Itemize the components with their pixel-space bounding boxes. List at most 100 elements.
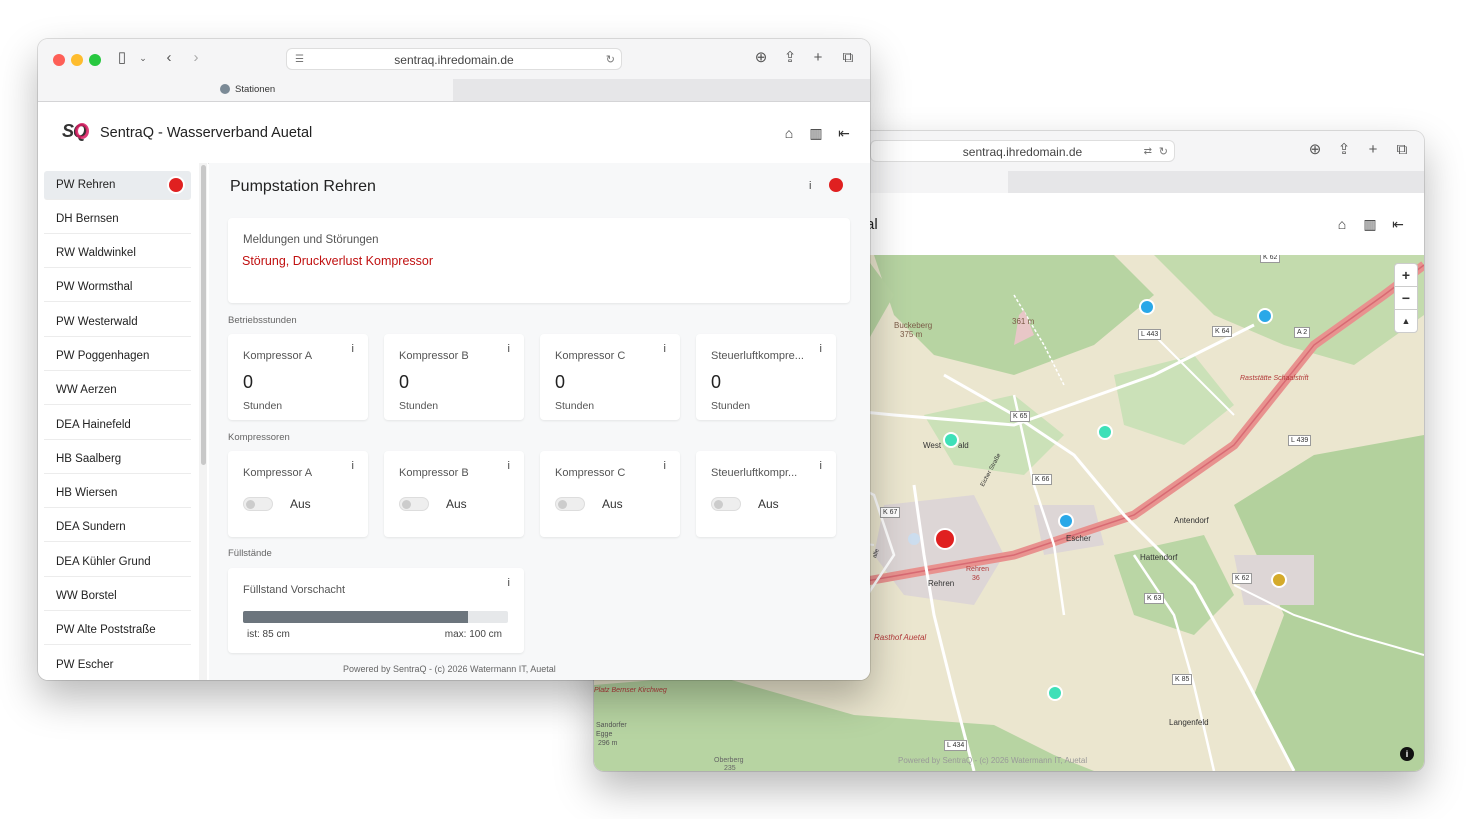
card-info-button[interactable]: i bbox=[508, 343, 510, 355]
reload-icon[interactable]: ↻ bbox=[606, 49, 615, 71]
compressor-toggle[interactable] bbox=[243, 497, 273, 511]
page-settings-icon[interactable]: ☰ bbox=[295, 49, 304, 71]
logout-icon[interactable]: ⇤ bbox=[835, 124, 853, 142]
sidebar-item-rw-waldwinkel[interactable]: RW Waldwinkel bbox=[44, 239, 191, 268]
card-info-button[interactable]: i bbox=[664, 460, 666, 472]
map-place-label: Rehren bbox=[966, 566, 989, 573]
compressor-toggle[interactable] bbox=[399, 497, 429, 511]
new-tab-icon[interactable]: + bbox=[809, 49, 827, 67]
map-icon[interactable]: ▥ bbox=[1361, 215, 1379, 233]
station-marker[interactable] bbox=[1097, 424, 1113, 440]
minimize-window-button[interactable] bbox=[71, 54, 83, 66]
section-label-hours: Betriebsstunden bbox=[228, 315, 297, 326]
station-marker[interactable] bbox=[1047, 685, 1063, 701]
sidebar-item-ww-aerzen[interactable]: WW Aerzen bbox=[44, 376, 191, 405]
zoom-out-button[interactable]: − bbox=[1394, 286, 1418, 310]
sidebar-item-pw-escher[interactable]: PW Escher bbox=[44, 651, 191, 680]
sidebar-item-hb-saalberg[interactable]: HB Saalberg bbox=[44, 445, 191, 474]
compass-button[interactable]: ▲ bbox=[1394, 309, 1418, 333]
share-icon[interactable]: ⇪ bbox=[1335, 141, 1353, 159]
map-place-label: Buckeberg bbox=[894, 321, 933, 330]
sidebar-item-pw-rehren[interactable]: PW Rehren bbox=[44, 171, 191, 200]
chevron-down-icon[interactable]: ⌄ bbox=[134, 49, 152, 67]
card-info-button[interactable]: i bbox=[820, 343, 822, 355]
sidebar-item-dea-hainefeld[interactable]: DEA Hainefeld bbox=[44, 411, 191, 440]
sidebar-item-label: PW Escher bbox=[56, 659, 114, 671]
sidebar-item-pw-wormsthal[interactable]: PW Wormsthal bbox=[44, 273, 191, 302]
station-marker[interactable] bbox=[1058, 513, 1074, 529]
card-unit: Stunden bbox=[555, 400, 595, 412]
station-title: Pumpstation Rehren bbox=[230, 178, 376, 195]
card-info-button[interactable]: i bbox=[508, 460, 510, 472]
station-info-button[interactable]: i bbox=[809, 180, 811, 192]
logout-icon[interactable]: ⇤ bbox=[1389, 215, 1407, 233]
card-info-button[interactable]: i bbox=[508, 577, 510, 589]
sidebar-item-pw-alte-poststrasse[interactable]: PW Alte Poststraße bbox=[44, 616, 191, 645]
attribution-info-button[interactable]: i bbox=[1400, 747, 1414, 761]
station-marker-alarm[interactable] bbox=[934, 528, 956, 550]
card-title: Kompressor B bbox=[399, 467, 469, 479]
map-place-label: Platz Bernser Kirchweg bbox=[594, 687, 667, 694]
sidebar-item-label: PW Alte Poststraße bbox=[56, 624, 156, 636]
section-label-levels: Füllstände bbox=[228, 548, 272, 559]
sidebar-item-label: HB Saalberg bbox=[56, 453, 122, 465]
sidebar-item-ww-borstel[interactable]: WW Borstel bbox=[44, 582, 191, 611]
toggle-state-label: Aus bbox=[290, 497, 311, 511]
station-marker[interactable] bbox=[1139, 299, 1155, 315]
map-place-label: 36 bbox=[972, 575, 980, 582]
download-icon[interactable]: ⊕ bbox=[752, 49, 770, 67]
sidebar-item-label: DEA Kühler Grund bbox=[56, 556, 151, 568]
sidebar-item-hb-wiersen[interactable]: HB Wiersen bbox=[44, 479, 191, 508]
sidebar-toggle-icon[interactable]: ▯ bbox=[113, 49, 131, 67]
card-info-button[interactable]: i bbox=[352, 343, 354, 355]
sidebar-item-label: WW Aerzen bbox=[56, 384, 117, 396]
tab-overview-icon[interactable]: ⧉ bbox=[839, 49, 857, 67]
map-icon[interactable]: ▥ bbox=[807, 124, 825, 142]
sidebar-item-pw-poggenhagen[interactable]: PW Poggenhagen bbox=[44, 342, 191, 371]
compressor-toggle[interactable] bbox=[711, 497, 741, 511]
forward-arrow-icon[interactable]: › bbox=[187, 49, 205, 67]
zoom-in-button[interactable]: + bbox=[1394, 263, 1418, 287]
hours-card: Kompressor B i 0 Stunden bbox=[384, 334, 524, 420]
alarm-status-dot bbox=[169, 178, 183, 192]
close-window-button[interactable] bbox=[53, 54, 65, 66]
sidebar-scrollbar-thumb[interactable] bbox=[201, 165, 206, 465]
map-place-label: Raststätte Schaafstrift bbox=[1240, 375, 1309, 382]
new-tab-icon[interactable]: + bbox=[1364, 141, 1382, 159]
home-icon[interactable]: ⌂ bbox=[780, 124, 798, 142]
road-label: L 443 bbox=[1138, 329, 1162, 340]
sidebar-item-pw-westerwald[interactable]: PW Westerwald bbox=[44, 308, 191, 337]
download-icon[interactable]: ⊕ bbox=[1306, 141, 1324, 159]
compressor-toggle[interactable] bbox=[555, 497, 585, 511]
tab-overview-icon[interactable]: ⧉ bbox=[1393, 141, 1411, 159]
level-bar-fill bbox=[243, 611, 469, 623]
sidebar-item-dea-sundern[interactable]: DEA Sundern bbox=[44, 513, 191, 542]
card-info-button[interactable]: i bbox=[352, 460, 354, 472]
road-label: K 64 bbox=[1212, 326, 1233, 337]
level-card: Füllstand Vorschacht i ist: 85 cm max: 1… bbox=[228, 568, 524, 653]
station-marker[interactable] bbox=[943, 432, 959, 448]
translate-icon[interactable]: ⇄ bbox=[1144, 141, 1152, 163]
share-icon[interactable]: ⇪ bbox=[781, 49, 799, 67]
sidebar-item-dh-bernsen[interactable]: DH Bernsen bbox=[44, 205, 191, 234]
map-place-label: ald bbox=[958, 441, 969, 450]
card-info-button[interactable]: i bbox=[664, 343, 666, 355]
zoom-window-button[interactable] bbox=[89, 54, 101, 66]
home-icon[interactable]: ⌂ bbox=[1333, 215, 1351, 233]
address-bar[interactable]: ☰ sentraq.ihredomain.de ↻ bbox=[286, 48, 622, 70]
compressor-card: Kompressor C i Aus bbox=[540, 451, 680, 537]
map-place-label: Escher bbox=[1066, 534, 1091, 543]
sidebar-item-label: PW Rehren bbox=[56, 179, 116, 191]
sidebar-item-label: PW Wormsthal bbox=[56, 281, 133, 293]
hours-card: Kompressor C i 0 Stunden bbox=[540, 334, 680, 420]
level-max: max: 100 cm bbox=[444, 629, 502, 640]
station-marker[interactable] bbox=[1271, 572, 1287, 588]
address-bar[interactable]: sentraq.ihredomain.de ⇄ ↻ bbox=[870, 140, 1175, 162]
reload-icon[interactable]: ↻ bbox=[1159, 141, 1168, 163]
tab-stationen[interactable]: Stationen bbox=[38, 79, 453, 101]
station-marker[interactable] bbox=[1257, 308, 1273, 324]
sidebar-item-dea-kuehler-grund[interactable]: DEA Kühler Grund bbox=[44, 548, 191, 577]
address-bar-text: sentraq.ihredomain.de bbox=[962, 145, 1083, 159]
card-info-button[interactable]: i bbox=[820, 460, 822, 472]
back-arrow-icon[interactable]: ‹ bbox=[160, 49, 178, 67]
